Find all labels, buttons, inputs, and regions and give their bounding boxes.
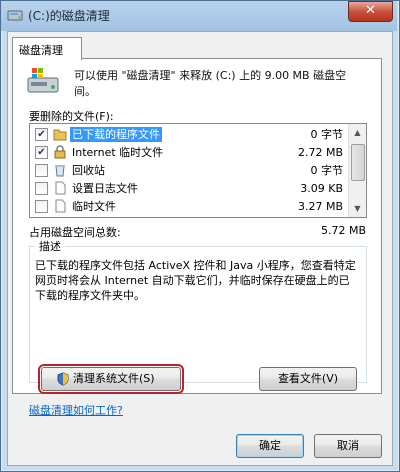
list-item[interactable]: ✔ 已下载的程序文件 0 字节	[30, 126, 349, 143]
files-list[interactable]: ✔ 已下载的程序文件 0 字节 ✔ Internet 临时文件 2.72 MB …	[29, 123, 367, 218]
window-title: (C:)的磁盘清理	[28, 9, 110, 23]
description-text: 已下载的程序文件包括 ActiveX 控件和 Java 小程序，您查看特定网页时…	[35, 259, 356, 302]
clean-system-files-label: 清理系统文件(S)	[73, 372, 155, 385]
scrollbar-thumb[interactable]	[351, 144, 365, 181]
how-it-works-link[interactable]: 磁盘清理如何工作?	[29, 402, 123, 418]
tab-label: 磁盘清理	[19, 44, 63, 57]
disk-cleanup-icon	[27, 68, 59, 93]
vertical-scrollbar[interactable]: ▲ ▼	[348, 124, 366, 217]
file-name: 回收站	[72, 164, 105, 177]
file-size: 2.72 MB	[297, 146, 343, 159]
file-icon	[55, 181, 66, 195]
file-name: 临时文件	[72, 200, 116, 213]
clean-system-files-button[interactable]: 清理系统文件(S)	[38, 364, 184, 394]
file-size: 3.27 MB	[297, 200, 343, 213]
intro-text: 可以使用 "磁盘清理" 来释放 (C:) 上的 9.00 MB 磁盘空间。	[74, 69, 347, 98]
checkbox[interactable]	[35, 164, 48, 177]
folder-icon	[53, 129, 67, 141]
ok-button[interactable]: 确定	[236, 434, 304, 458]
file-size: 0 字节	[310, 164, 344, 177]
lock-icon	[54, 145, 66, 159]
checkbox[interactable]: ✔	[35, 128, 48, 141]
uac-shield-icon	[57, 372, 69, 386]
file-size: 0 字节	[310, 128, 344, 141]
scroll-down-icon[interactable]: ▼	[349, 200, 366, 217]
disk-cleanup-app-icon	[7, 10, 23, 21]
file-name: 已下载的程序文件	[70, 127, 162, 142]
checkbox[interactable]	[35, 182, 48, 195]
view-files-button[interactable]: 查看文件(V)	[259, 367, 357, 391]
close-button[interactable]: ✕	[348, 1, 393, 22]
file-name: Internet 临时文件	[72, 146, 164, 159]
description-title: 描述	[35, 238, 65, 254]
list-item[interactable]: ✔ Internet 临时文件 2.72 MB	[30, 144, 349, 161]
cancel-button[interactable]: 取消	[314, 434, 382, 458]
list-item[interactable]: 设置日志文件 3.09 KB	[30, 180, 349, 197]
total-space-value: 5.72 MB	[320, 224, 366, 237]
files-to-delete-label: 要删除的文件(F):	[29, 110, 114, 123]
tab-disk-cleanup[interactable]: 磁盘清理	[12, 37, 82, 60]
file-icon	[55, 199, 66, 213]
checkbox[interactable]	[35, 200, 48, 213]
file-name: 设置日志文件	[72, 182, 138, 195]
recycle-bin-icon	[55, 165, 65, 177]
list-item[interactable]: 回收站 0 字节	[30, 162, 349, 179]
list-item[interactable]: 临时文件 3.27 MB	[30, 198, 349, 215]
file-size: 3.09 KB	[300, 182, 343, 195]
checkbox[interactable]: ✔	[35, 146, 48, 159]
scroll-up-icon[interactable]: ▲	[349, 124, 366, 141]
